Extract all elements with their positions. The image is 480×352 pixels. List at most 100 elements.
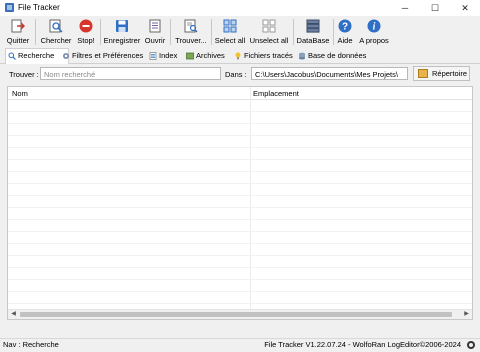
stop-icon [79, 19, 93, 33]
tab-fichiers-traces[interactable]: Fichiers tracés [232, 49, 302, 62]
tab-archives[interactable]: Archives [184, 49, 238, 62]
maximize-button[interactable]: ☐ [420, 0, 450, 16]
unselect-all-label: Unselect all [249, 36, 289, 45]
unselect-all-icon [262, 19, 276, 33]
toolbar: Quitter Chercher Stop! Enregistrer Ouvri… [0, 17, 480, 47]
column-divider [250, 87, 251, 319]
toolbar-separator [100, 19, 101, 45]
stop-button[interactable]: Stop! [74, 17, 98, 47]
table-row-line [8, 183, 472, 184]
help-label: Aide [337, 36, 353, 45]
title-bar: File Tracker ─ ☐ ✕ [0, 0, 480, 16]
toolbar-separator [293, 19, 294, 45]
status-bar: Nav : Recherche File Tracker V1.22.07.24… [0, 338, 480, 352]
tab-label: Fichiers tracés [244, 51, 293, 60]
table-row-line [8, 267, 472, 268]
folder-icon [418, 69, 428, 78]
search-label: Chercher [40, 36, 72, 45]
in-label: Dans : [225, 70, 247, 79]
database-button[interactable]: DataBase [295, 17, 331, 47]
path-input[interactable]: C:\Users\Jacobus\Documents\Mes Projets\ [251, 67, 408, 80]
table-row-line [8, 207, 472, 208]
archive-icon [186, 52, 194, 60]
index-icon [149, 52, 157, 60]
results-table[interactable]: Nom Emplacement ◀ ▶ [7, 86, 473, 320]
app-window: File Tracker ─ ☐ ✕ Quitter Chercher Stop… [0, 0, 480, 351]
svg-text:i: i [373, 22, 376, 33]
tab-index[interactable]: Index [147, 49, 189, 62]
gear-icon [63, 53, 69, 59]
table-row-line [8, 279, 472, 280]
tab-label: Base de données [308, 51, 367, 60]
exit-icon [11, 19, 25, 33]
tab-base-de-donnees[interactable]: Base de données [296, 49, 376, 62]
quit-label: Quitter [6, 36, 30, 45]
find-label: Trouver : [9, 70, 39, 79]
select-all-button[interactable]: Select all [213, 17, 247, 47]
save-button[interactable]: Enregistrer [102, 17, 142, 47]
table-row-line [8, 255, 472, 256]
tab-label: Filtres et Préférences [72, 51, 144, 60]
toolbar-separator [333, 19, 334, 45]
scrollbar-thumb[interactable] [20, 312, 452, 317]
horizontal-scrollbar[interactable]: ◀ ▶ [8, 309, 472, 319]
tab-bar: Recherche Filtres et Préférences Index A… [0, 48, 480, 64]
scroll-left-icon[interactable]: ◀ [9, 310, 18, 319]
table-row-line [8, 123, 472, 124]
save-label: Enregistrer [103, 36, 141, 45]
table-row-line [8, 111, 472, 112]
table-row-line [8, 159, 472, 160]
find-icon [184, 19, 198, 33]
about-label: A propos [359, 36, 389, 45]
column-header-nom[interactable]: Nom [12, 89, 28, 98]
status-version: File Tracker V1.22.07.24 - WolfoRan LogE… [264, 340, 461, 349]
tab-label: Archives [196, 51, 225, 60]
quit-button[interactable]: Quitter [4, 17, 32, 47]
table-row-line [8, 219, 472, 220]
table-row-line [8, 147, 472, 148]
find-button[interactable]: Trouver... [173, 17, 209, 47]
toolbar-separator [170, 19, 171, 45]
scroll-right-icon[interactable]: ▶ [462, 310, 471, 319]
stop-label: Stop! [77, 36, 95, 45]
browse-directory-button[interactable]: Répertoire [413, 66, 470, 81]
search-button[interactable]: Chercher [38, 17, 74, 47]
search-input[interactable]: Nom recherché [40, 67, 221, 80]
database-icon [299, 52, 305, 60]
open-button[interactable]: Ouvrir [142, 17, 168, 47]
save-icon [116, 20, 128, 32]
open-icon [149, 19, 161, 33]
table-row-line [8, 291, 472, 292]
find-label: Trouver... [175, 36, 207, 45]
toolbar-separator [35, 19, 36, 45]
table-header: Nom Emplacement [8, 87, 472, 100]
gear-icon[interactable] [467, 341, 475, 349]
table-row-line [8, 231, 472, 232]
help-icon: ? [338, 19, 352, 33]
toolbar-separator [211, 19, 212, 45]
help-button[interactable]: ? Aide [335, 17, 355, 47]
select-all-label: Select all [214, 36, 246, 45]
svg-text:?: ? [342, 22, 348, 33]
open-label: Ouvrir [144, 36, 166, 45]
database-label: DataBase [296, 36, 330, 45]
about-button[interactable]: i A propos [356, 17, 392, 47]
minimize-button[interactable]: ─ [390, 0, 420, 16]
close-button[interactable]: ✕ [450, 0, 480, 16]
unselect-all-button[interactable]: Unselect all [248, 17, 290, 47]
table-row-line [8, 135, 472, 136]
info-icon: i [367, 19, 381, 33]
lightbulb-icon [235, 52, 241, 60]
search-icon [49, 19, 63, 33]
tab-filtres[interactable]: Filtres et Préférences [60, 49, 154, 62]
tab-label: Recherche [18, 51, 55, 60]
table-row-line [8, 243, 472, 244]
browse-label: Répertoire [432, 69, 468, 78]
status-nav: Nav : Recherche [3, 340, 59, 349]
table-row-line [8, 303, 472, 304]
column-header-emplacement[interactable]: Emplacement [253, 89, 299, 98]
table-row-line [8, 195, 472, 196]
window-title: File Tracker [18, 3, 60, 12]
app-icon [5, 3, 14, 12]
table-row-line [8, 171, 472, 172]
